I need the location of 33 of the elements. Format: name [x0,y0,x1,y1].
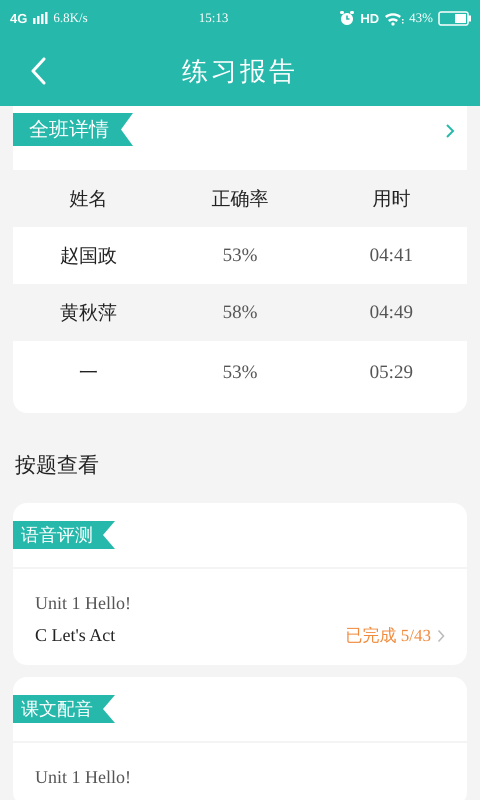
chevron-right-icon [445,123,455,139]
unit-title: Unit 1 Hello! [35,593,132,614]
table-cell-text: 04:41 [368,244,414,266]
column-header: 姓名 [68,188,109,212]
lesson-title: C Let's Act [35,625,116,646]
table-cell-text: 05:29 [368,362,414,384]
alarm-icon [339,10,356,26]
table-cell-text: 53% [222,362,258,384]
wifi-icon [384,10,404,26]
column-header: 用时 [371,188,412,212]
progress-link[interactable]: 已完成 5/43 [346,624,445,647]
section-label: 语音评测 [13,521,115,549]
page-title: 练习报告 [182,56,298,88]
column-header: 正确率 [210,188,270,212]
battery-percent: 43% [409,10,433,26]
network-speed: 6.8K/s [53,10,88,26]
signal-icon [32,12,48,24]
clock-time: 15:13 [198,10,228,26]
hd-label: HD [360,10,380,26]
table-cell-text: 04:49 [368,302,414,324]
network-label: 4G [10,10,28,26]
back-icon [30,57,46,85]
section-label: 课文配音 [13,695,115,723]
battery-icon [438,10,472,26]
table-cell-text: 58% [222,302,258,324]
chevron-right-icon [437,628,445,642]
table-cell-text: 53% [222,244,258,266]
table-cell-text: 黄秋萍 [59,302,118,326]
section-heading: 按题查看 [15,452,100,479]
section-label: 全班详情 [13,113,133,146]
table-cell-text: 一 [78,362,100,386]
table-cell-text: 赵国政 [59,244,118,268]
unit-title: Unit 1 Hello! [35,767,132,788]
